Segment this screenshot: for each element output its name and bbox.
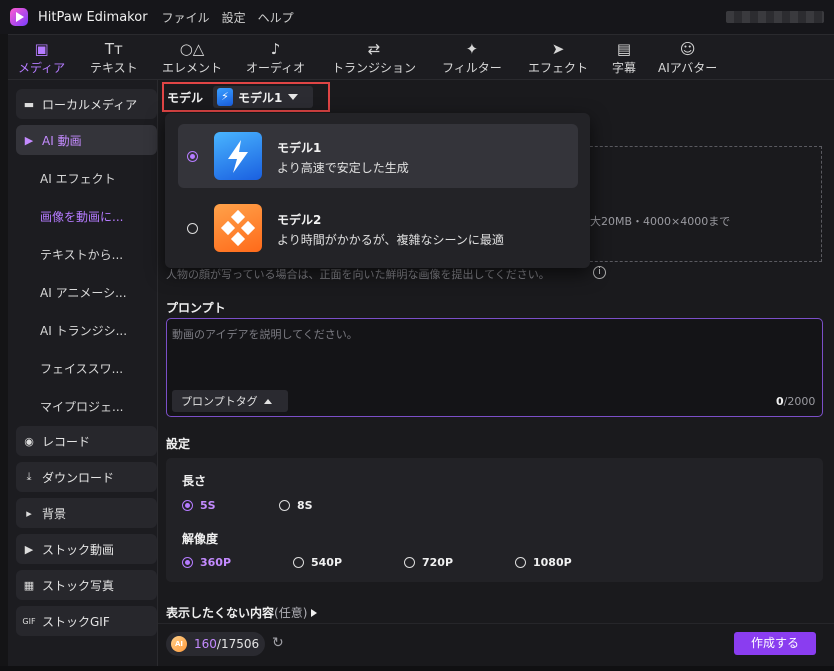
upload-size-hint: 大20MB・4000×4000まで <box>590 215 731 228</box>
expand-arrow-icon <box>311 609 318 617</box>
refresh-icon[interactable]: ↻ <box>272 635 284 651</box>
exclude-content-toggle[interactable]: 表示したくない内容(任意) <box>166 604 318 621</box>
sidebar-item-stock-gif[interactable]: GIF ストックGIF <box>16 606 157 636</box>
sidebar-item-download[interactable]: ⤓ ダウンロード <box>16 462 157 492</box>
tab-ai-avatar[interactable]: ☺ AIアバター <box>658 39 717 79</box>
model-selected-value: モデル1 <box>238 90 283 105</box>
sidebar-item-stock-video[interactable]: ▶ ストック動画 <box>16 534 157 564</box>
account-info-blurred <box>726 11 824 23</box>
settings-title: 設定 <box>166 437 191 451</box>
radio-empty-icon <box>515 556 526 568</box>
sidebar-item-local-media[interactable]: ▬ ローカルメディア <box>16 89 157 119</box>
length-label: 長さ <box>182 474 207 488</box>
credits-badge: AI 160/17506 <box>166 632 265 656</box>
audio-icon: ♪ <box>270 40 281 58</box>
transition-icon: ⇄ <box>367 40 381 58</box>
subtitle-icon: ▤ <box>616 40 632 58</box>
sidebar-sub-ai-transition[interactable]: AI トランジシ... <box>40 322 127 339</box>
resolution-label: 解像度 <box>182 532 219 546</box>
prompt-title: プロンプト <box>166 301 226 315</box>
resolution-option-360p[interactable]: 360P <box>182 555 231 569</box>
model-option-2-desc: より時間がかかるが、複雑なシーンに最適 <box>277 233 504 247</box>
length-option-8s[interactable]: 8S <box>279 498 313 512</box>
filter-icon: ✦ <box>465 40 479 58</box>
face-note: 人物の顔が写っている場合は、正面を向いた鮮明な画像を提出してください。 <box>166 268 550 281</box>
sidebar-item-background[interactable]: ▸ 背景 <box>16 498 157 528</box>
title-bar: HitPaw Edimakor ファイル 設定 ヘルプ <box>0 0 834 34</box>
tab-subtitle[interactable]: ▤ 字幕 <box>612 39 636 79</box>
avatar-icon: ☺ <box>679 40 696 58</box>
radio-selected-icon <box>182 499 193 511</box>
tab-effect[interactable]: ➤ エフェクト <box>528 39 588 79</box>
model-selector-highlight: モデル ⚡ モデル1 <box>162 82 330 112</box>
prompt-placeholder: 動画のアイデアを説明してください。 <box>172 328 358 341</box>
model-option-1-name: モデル1 <box>277 141 322 155</box>
info-icon[interactable]: i <box>593 266 606 279</box>
model-option-1-desc: より高速で安定した生成 <box>277 161 409 175</box>
credits-used: 160 <box>194 637 217 651</box>
model-option-2-name: モデル2 <box>277 213 322 227</box>
sidebar-sub-image-to-video[interactable]: 画像を動画に... <box>40 208 123 225</box>
sidebar-sub-face-swap[interactable]: フェイススワ... <box>40 360 123 377</box>
sidebar-sub-ai-animation[interactable]: AI アニメーシ... <box>40 284 127 301</box>
radio-empty-icon <box>293 556 304 568</box>
sidebar-sub-text-to-video[interactable]: テキストから... <box>40 246 123 263</box>
lightning-icon: ⚡ <box>217 88 234 106</box>
credits-total: /17506 <box>216 637 260 651</box>
length-option-5s[interactable]: 5S <box>182 498 216 512</box>
lightning-model-icon <box>214 132 262 180</box>
menu-help[interactable]: ヘルプ <box>258 9 294 26</box>
resolution-option-1080p[interactable]: 1080P <box>515 555 572 569</box>
main-toolbar: ▣ メディア Tᴛ テキスト ○△ エレメント ♪ オーディオ ⇄ トランジショ… <box>8 34 834 80</box>
app-title: HitPaw Edimakor <box>38 9 148 25</box>
app-logo-icon <box>10 8 28 26</box>
resolution-option-540p[interactable]: 540P <box>293 555 342 569</box>
record-icon: ◉ <box>24 434 34 448</box>
ai-coin-icon: AI <box>171 636 187 652</box>
ai-video-icon: ▶ <box>24 133 34 147</box>
window-bottom-edge <box>0 666 834 671</box>
text-icon: Tᴛ <box>104 40 123 58</box>
folder-icon: ▬ <box>23 97 35 111</box>
tab-audio[interactable]: ♪ オーディオ <box>246 39 305 79</box>
prompt-tag-button[interactable]: プロンプトタグ <box>172 390 288 412</box>
model-dropdown[interactable]: ⚡ モデル1 <box>213 86 314 108</box>
expand-triangle-icon: ▸ <box>26 506 32 520</box>
resolution-option-720p[interactable]: 720P <box>404 555 453 569</box>
radio-selected-icon <box>187 151 198 162</box>
tab-elements[interactable]: ○△ エレメント <box>162 39 222 79</box>
prompt-char-counter: 0/2000 <box>776 395 816 408</box>
stock-video-icon: ▶ <box>24 542 34 556</box>
sidebar-item-stock-photo[interactable]: ▦ ストック写真 <box>16 570 157 600</box>
radio-empty-icon <box>404 556 415 568</box>
tab-filter[interactable]: ✦ フィルター <box>442 39 502 79</box>
radio-selected-icon <box>182 556 193 568</box>
menu-file[interactable]: ファイル <box>162 9 210 26</box>
download-icon: ⤓ <box>26 470 32 483</box>
radio-empty-icon <box>279 499 290 511</box>
caret-up-icon <box>263 398 272 404</box>
model-option-1[interactable]: モデル1 より高速で安定した生成 <box>178 124 578 188</box>
caret-down-icon <box>288 94 299 100</box>
tab-media[interactable]: ▣ メディア <box>18 39 65 79</box>
media-icon: ▣ <box>34 40 49 58</box>
sidebar-sub-ai-effect[interactable]: AI エフェクト <box>40 170 116 187</box>
sidebar-item-record[interactable]: ◉ レコード <box>16 426 157 456</box>
diamond-model-icon <box>214 204 262 252</box>
radio-empty-icon <box>187 223 198 234</box>
model-option-2[interactable]: モデル2 より時間がかかるが、複雑なシーンに最適 <box>178 196 578 260</box>
model-dropdown-menu: モデル1 より高速で安定した生成 モデル2 より時間がかかるが、複雑なシーンに最… <box>165 113 590 268</box>
tab-transition[interactable]: ⇄ トランジション <box>332 39 416 79</box>
model-label: モデル <box>167 90 204 105</box>
elements-icon: ○△ <box>179 40 205 58</box>
create-button[interactable]: 作成する <box>734 632 816 655</box>
gif-icon: GIF <box>22 616 36 626</box>
settings-panel <box>166 458 823 582</box>
sidebar-sub-my-projects[interactable]: マイプロジェ... <box>40 398 123 415</box>
stock-photo-icon: ▦ <box>23 578 35 592</box>
tab-text[interactable]: Tᴛ テキスト <box>90 39 138 79</box>
menu-settings[interactable]: 設定 <box>222 9 246 26</box>
effect-icon: ➤ <box>551 40 565 58</box>
sidebar-item-ai-video[interactable]: ▶ AI 動画 <box>16 125 157 155</box>
